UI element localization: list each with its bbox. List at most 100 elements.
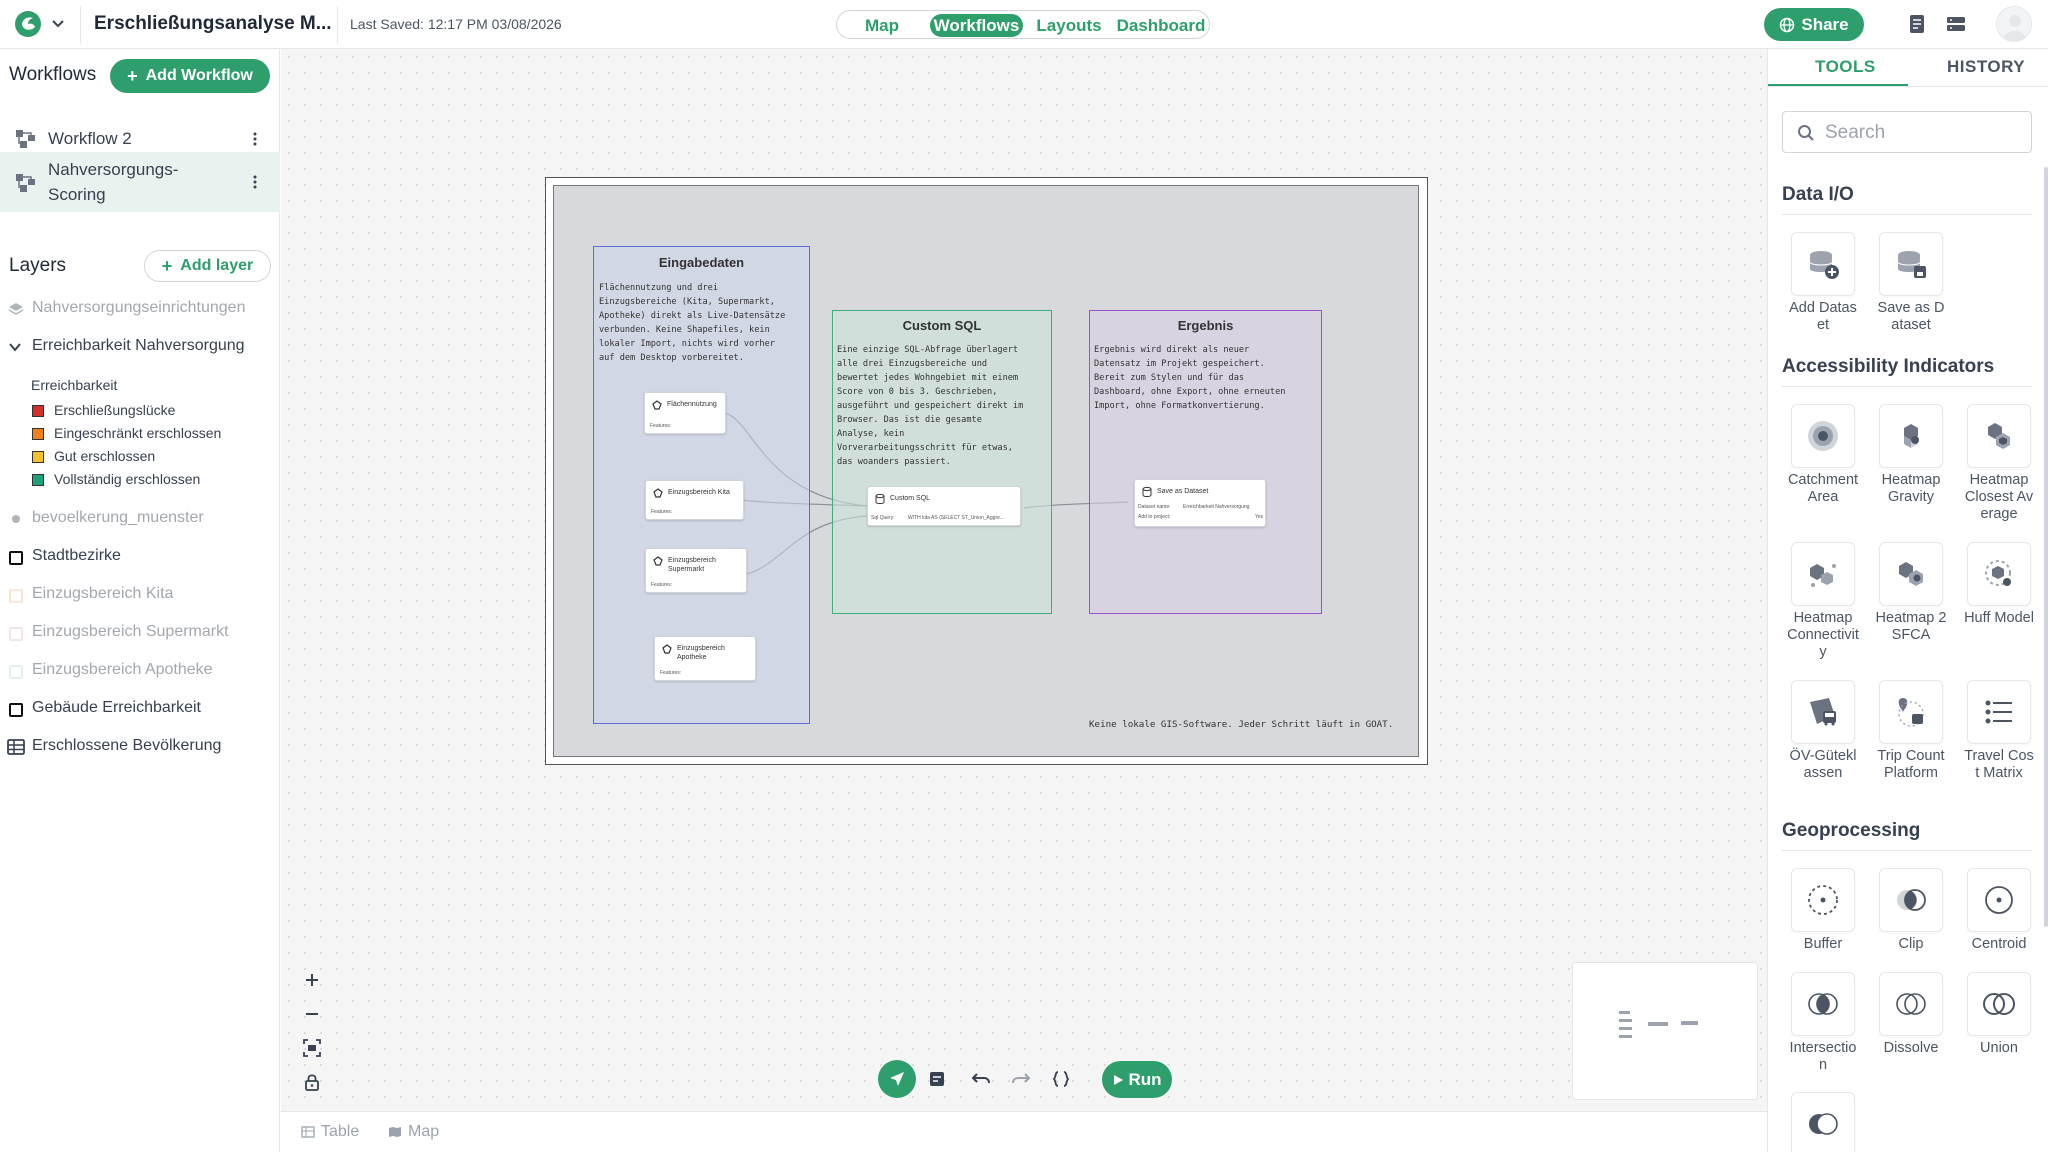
tool-buffer[interactable]: Buffer — [1787, 868, 1859, 953]
tool-label: Dissolve — [1883, 1040, 1939, 1056]
tool-label: Centroid — [1971, 936, 2027, 952]
tool-centroid[interactable]: Centroid — [1963, 868, 2035, 953]
document-icon[interactable] — [1906, 13, 1928, 35]
legend-label: Eingeschränkt erschlossen — [54, 425, 222, 441]
node-einzugsbereich-supermarkt[interactable]: Einzugsbereich Supermarkt Features: — [645, 548, 747, 593]
tab-table[interactable]: Table — [301, 1123, 359, 1141]
trip-count-icon — [1898, 698, 1924, 727]
tool-heatmap-connectivity[interactable]: Heatmap Connectivity — [1787, 542, 1859, 661]
workflow-icon — [16, 130, 35, 148]
tool-label: Clip — [1898, 936, 1924, 952]
minimap[interactable] — [1572, 962, 1758, 1100]
heatmap-connectivity-icon — [1810, 564, 1836, 587]
save-node-icon — [1142, 486, 1152, 497]
layer-item[interactable]: Einzugsbereich Supermarkt — [0, 619, 280, 647]
chevron-down-icon[interactable] — [50, 13, 66, 33]
share-button[interactable]: Share — [1764, 8, 1864, 41]
tools-scrollbar[interactable] — [2044, 167, 2048, 927]
top-bar: Erschließungsanalyse M... Last Saved: 12… — [0, 0, 2048, 49]
run-button[interactable]: Run — [1102, 1061, 1172, 1098]
tool-clip[interactable]: Clip — [1875, 868, 1947, 953]
layer-item[interactable]: Nahversorgungseinrichtungen — [0, 295, 280, 323]
layer-label: Gebäude Erreichbarkeit — [32, 699, 201, 716]
group-custom-sql[interactable]: Custom SQL Eine einzige SQL-Abfrage über… — [832, 310, 1052, 614]
lock-button[interactable] — [297, 1067, 327, 1097]
clip-icon — [1897, 889, 1926, 911]
tool-heatmap-2sfca[interactable]: Heatmap 2SFCA — [1875, 542, 1947, 644]
variables-button[interactable] — [1042, 1060, 1080, 1098]
user-icon — [2004, 15, 2026, 41]
tab-tools[interactable]: TOOLS — [1815, 57, 1876, 77]
redo-button[interactable] — [1002, 1060, 1040, 1098]
add-layer-button[interactable]: + Add layer — [144, 250, 271, 282]
dataset-node-icon — [653, 556, 663, 566]
layer-item[interactable]: bevoelkerung_muenster — [0, 505, 280, 533]
user-avatar[interactable] — [1996, 6, 2032, 42]
tool-save-as-dataset[interactable]: Save as Dataset — [1875, 232, 1947, 334]
layout-panels-icon[interactable] — [1945, 13, 1967, 35]
layer-item[interactable]: Erreichbarkeit Nahversorgung — [0, 333, 280, 361]
tool-dissolve[interactable]: Dissolve — [1875, 972, 1947, 1057]
tool-union[interactable]: Union — [1963, 972, 2035, 1057]
layer-item[interactable]: Einzugsbereich Apotheke — [0, 657, 280, 685]
canvas-frame-inner: Eingabedaten Flächennutzung und drei Ein… — [553, 185, 1419, 757]
oev-gueteklassen-icon — [1810, 698, 1836, 726]
nav-map[interactable]: Map — [857, 14, 907, 37]
chevron-down-icon[interactable] — [8, 341, 22, 353]
group-result[interactable]: Ergebnis Ergebnis wird direkt als neuer … — [1089, 310, 1322, 614]
nav-workflows[interactable]: Workflows — [930, 14, 1023, 37]
tool-search-input[interactable]: Search — [1782, 111, 2032, 153]
more-vertical-icon[interactable] — [252, 174, 258, 190]
workflow-item-active[interactable]: Nahversorgungs-Scoring — [0, 152, 280, 212]
tool-heatmap-closest-average[interactable]: Heatmap Closest Average — [1963, 404, 2035, 523]
note-button[interactable] — [918, 1060, 956, 1098]
navigate-button[interactable] — [878, 1060, 916, 1098]
nav-layouts[interactable]: Layouts — [1033, 14, 1105, 37]
point-icon — [12, 515, 20, 523]
tool-oev-gueteklassen[interactable]: ÖV-Güteklassen — [1787, 680, 1859, 782]
bottom-panel-tabs: Table Map — [281, 1111, 1767, 1152]
tool-label: Trip Count Platform — [1877, 748, 1945, 781]
tool-difference[interactable] — [1787, 1092, 1859, 1152]
node-einzugsbereich-kita[interactable]: Einzugsbereich Kita Features: — [645, 480, 744, 520]
node-einzugsbereich-apotheke[interactable]: Einzugsbereich Apotheke Features: — [654, 636, 756, 681]
search-icon — [1798, 125, 1814, 141]
polygon-icon — [9, 589, 23, 603]
tool-heatmap-gravity[interactable]: Heatmap Gravity — [1875, 404, 1947, 506]
more-vertical-icon[interactable] — [252, 131, 258, 147]
tool-label: Add Dataset — [1789, 300, 1857, 333]
fit-view-button[interactable] — [297, 1033, 327, 1063]
group-title: Custom SQL — [902, 318, 982, 333]
tool-label: Catchment Area — [1787, 472, 1859, 505]
workflow-canvas[interactable]: Eingabedaten Flächennutzung und drei Ein… — [281, 49, 1767, 1111]
app-logo-icon[interactable] — [14, 10, 44, 38]
search-placeholder: Search — [1825, 122, 1886, 143]
tool-trip-count-platform[interactable]: Trip Count Platform — [1875, 680, 1947, 782]
union-icon — [1983, 993, 2015, 1015]
globe-icon — [1780, 17, 1795, 32]
node-flaechennutzung[interactable]: Flächennutzung Features: — [644, 392, 726, 434]
zoom-out-button[interactable] — [297, 999, 327, 1029]
tool-travel-cost-matrix[interactable]: Travel Cost Matrix — [1963, 680, 2035, 782]
catchment-area-icon — [1808, 421, 1838, 451]
node-custom-sql[interactable]: Custom SQL Sql Query: WITH kita AS (SELE… — [867, 486, 1021, 526]
zoom-in-button[interactable] — [297, 965, 327, 995]
category-title: Geoprocessing — [1782, 820, 1921, 841]
project-title[interactable]: Erschließungsanalyse M... — [94, 13, 332, 35]
node-save-as-dataset[interactable]: Save as Dataset Dataset name: Erreichbar… — [1134, 479, 1266, 527]
add-workflow-button[interactable]: + Add Workflow — [110, 59, 270, 93]
layer-item[interactable]: Erschlossene Bevölkerung — [0, 733, 280, 761]
nav-dashboard[interactable]: Dashboard — [1115, 14, 1207, 37]
tool-intersection[interactable]: Intersection — [1787, 972, 1859, 1074]
layer-item[interactable]: Gebäude Erreichbarkeit — [0, 695, 280, 723]
layer-item[interactable]: Einzugsbereich Kita — [0, 581, 280, 609]
right-sidebar: TOOLS HISTORY Search Data I/O Add Datase… — [1767, 49, 2048, 1152]
undo-button[interactable] — [962, 1060, 1000, 1098]
tool-huff-model[interactable]: Huff Model — [1963, 542, 2035, 627]
tool-add-dataset[interactable]: Add Dataset — [1787, 232, 1859, 334]
tab-map[interactable]: Map — [388, 1123, 439, 1141]
tab-history[interactable]: HISTORY — [1947, 57, 2025, 77]
tool-catchment-area[interactable]: Catchment Area — [1787, 404, 1859, 506]
run-label: Run — [1128, 1069, 1162, 1089]
layer-item[interactable]: Stadtbezirke — [0, 543, 280, 571]
